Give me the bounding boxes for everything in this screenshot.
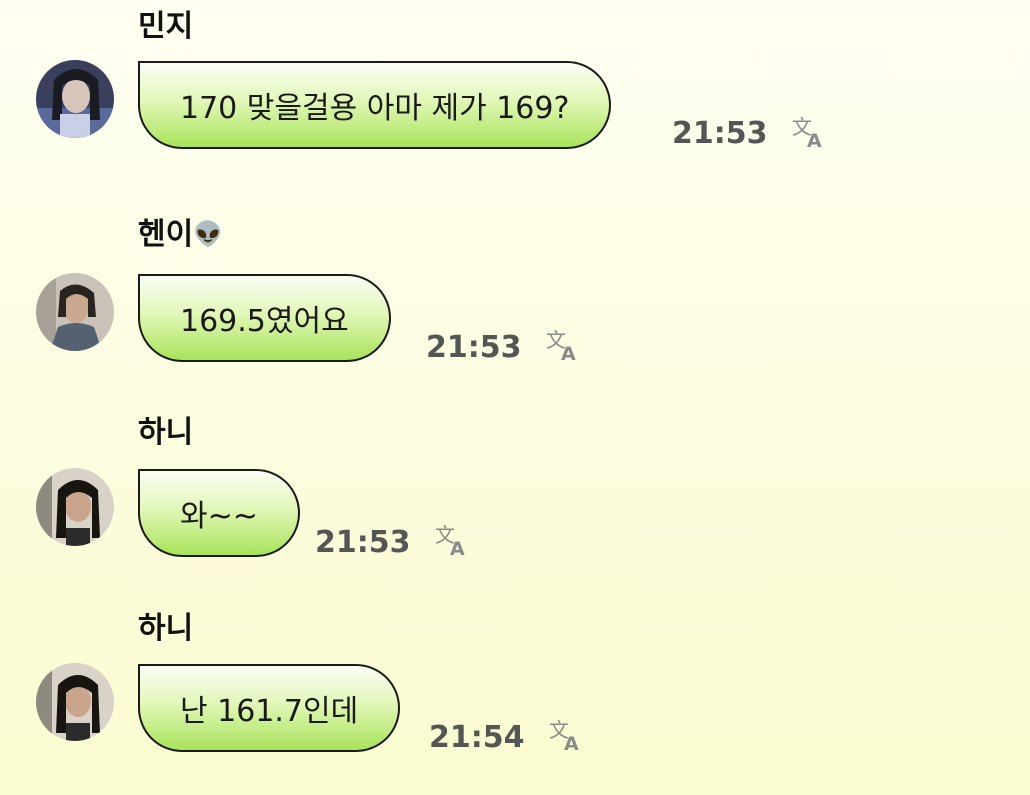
- message-time: 21:53: [426, 330, 522, 365]
- message-text: 와~~: [180, 499, 258, 534]
- message-bubble[interactable]: 와~~: [138, 469, 300, 557]
- message-bubble[interactable]: 169.5였어요: [138, 274, 391, 362]
- message-text: 169.5였어요: [180, 304, 349, 339]
- message-text: 난 161.7인데: [180, 694, 359, 729]
- message-time: 21:53: [315, 525, 411, 560]
- avatar[interactable]: [36, 60, 114, 138]
- translate-icon[interactable]: 文 A: [544, 327, 584, 363]
- avatar[interactable]: [36, 663, 114, 741]
- svg-text:A: A: [561, 343, 576, 363]
- message-time: 21:53: [672, 116, 768, 151]
- alien-emoji: 👽: [193, 220, 224, 248]
- avatar[interactable]: [36, 273, 114, 351]
- message-time: 21:54: [429, 720, 525, 755]
- sender-name: 하니: [138, 611, 194, 646]
- message-bubble[interactable]: 난 161.7인데: [138, 664, 401, 752]
- translate-icon[interactable]: 文 A: [433, 522, 473, 558]
- sender-name: 민지: [138, 9, 194, 44]
- sender-name: 헨이👽: [138, 220, 223, 250]
- svg-text:A: A: [450, 538, 465, 558]
- translate-icon[interactable]: 文 A: [547, 717, 587, 753]
- message-text: 170 맞을걸용 아마 제가 169?: [180, 91, 570, 126]
- svg-text:A: A: [564, 733, 579, 753]
- svg-text:A: A: [807, 130, 822, 150]
- sender-name-text: 헨이: [138, 217, 194, 252]
- avatar[interactable]: [36, 468, 114, 546]
- message-bubble[interactable]: 170 맞을걸용 아마 제가 169?: [138, 61, 612, 149]
- sender-name: 하니: [138, 415, 194, 450]
- translate-icon[interactable]: 文 A: [790, 114, 830, 150]
